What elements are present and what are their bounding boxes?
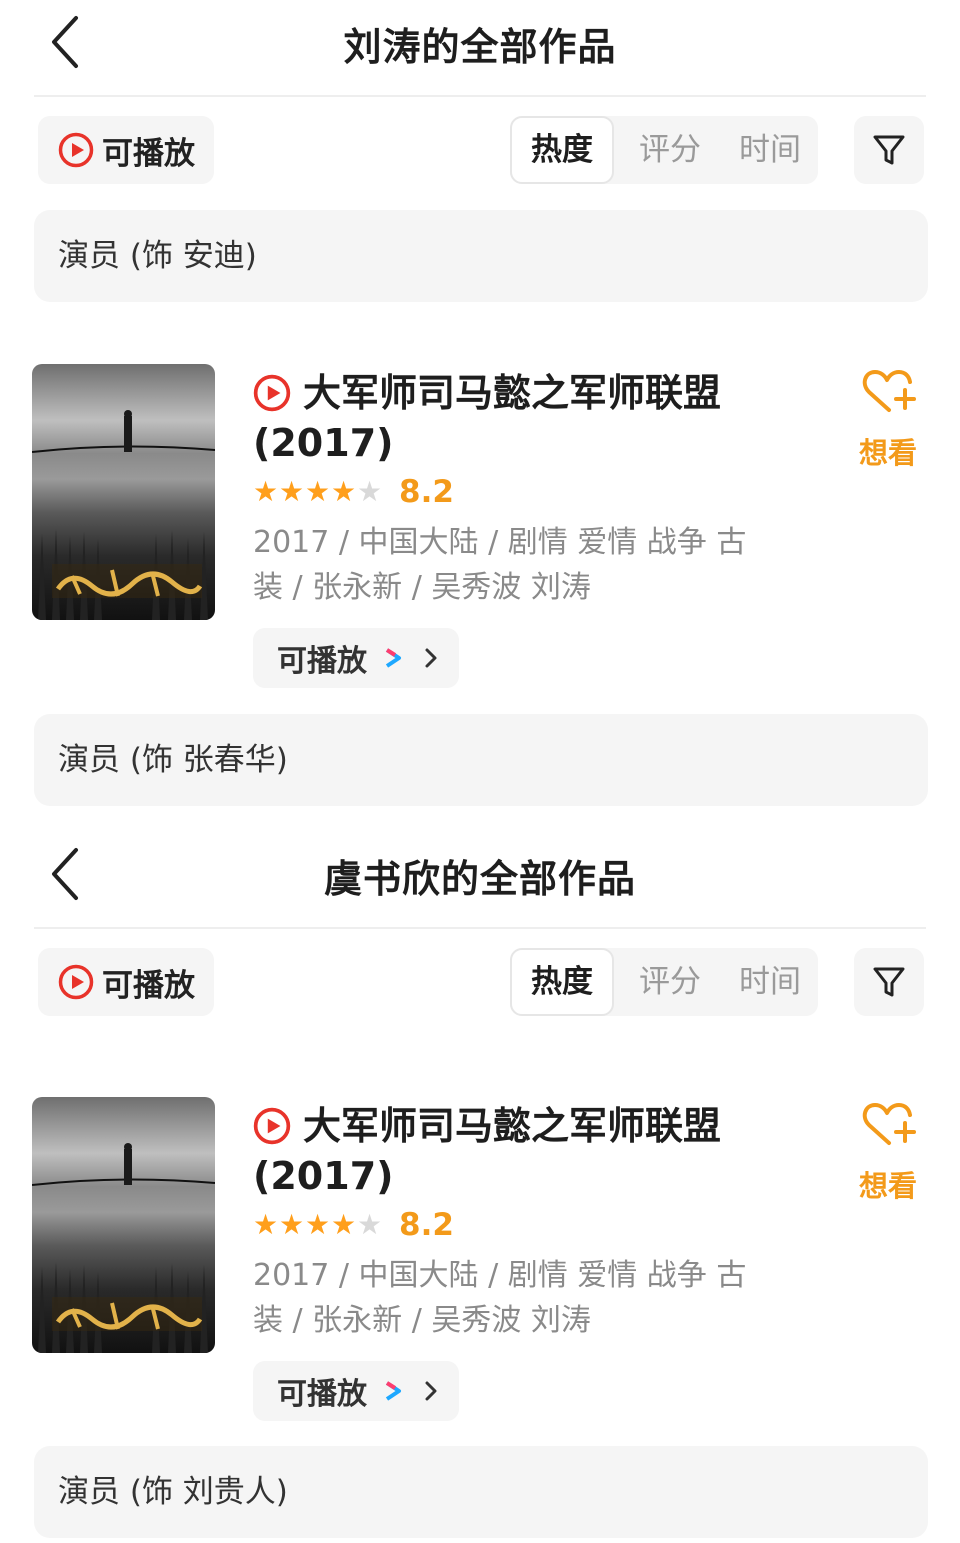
star-icon: ★	[253, 1208, 279, 1241]
filter-button[interactable]	[854, 948, 924, 1016]
heart-plus-icon	[862, 370, 916, 412]
poster-artwork	[32, 1143, 215, 1353]
sort-time-tab[interactable]: 时间	[718, 116, 822, 184]
chevron-right-icon	[425, 648, 437, 668]
play-circle-icon	[58, 132, 94, 168]
role-header: 演员 (饰 张春华)	[34, 714, 928, 806]
page-title: 刘涛的全部作品	[343, 25, 617, 69]
play-source-button[interactable]: 可播放	[253, 1361, 459, 1421]
toolbar: 可播放 评分 时间 热度	[0, 116, 960, 184]
movie-card[interactable]: 大军师司马懿之军师联盟 (2017) ★ ★ ★ ★ ★ 8.2 2017 / …	[0, 1097, 960, 1427]
rating-score: 8.2	[399, 474, 454, 510]
toolbar: 可播放 评分 时间 热度	[0, 948, 960, 1016]
play-source-label: 可播放	[277, 644, 367, 679]
filter-funnel-icon	[873, 967, 905, 997]
star-icon: ★	[305, 475, 331, 508]
playable-filter-chip[interactable]: 可播放	[38, 116, 214, 184]
sort-hot-tab[interactable]: 热度	[510, 116, 614, 184]
sort-score-tab[interactable]: 评分	[618, 948, 722, 1016]
movie-poster[interactable]	[32, 1097, 215, 1353]
nav-bar: 虞书欣的全部作品	[0, 832, 960, 929]
filter-funnel-icon	[873, 135, 905, 165]
want-to-watch-button[interactable]: 想看	[850, 366, 926, 476]
play-circle-icon	[58, 964, 94, 1000]
playable-label: 可播放	[102, 967, 195, 1004]
page-title: 虞书欣的全部作品	[323, 857, 636, 901]
youku-logo-icon	[385, 648, 401, 668]
filter-button[interactable]	[854, 116, 924, 184]
sort-score-tab[interactable]: 评分	[618, 116, 722, 184]
divider	[34, 95, 926, 97]
want-to-watch-label: 想看	[858, 436, 917, 470]
sort-segmented-control: 评分 时间 热度	[510, 948, 818, 1016]
star-icon: ★	[279, 475, 305, 508]
movie-title[interactable]: 大军师司马懿之军师联盟	[253, 368, 813, 418]
rating: ★ ★ ★ ★ ★ 8.2	[253, 1207, 454, 1243]
play-source-label: 可播放	[277, 1377, 367, 1412]
chevron-right-icon	[425, 1381, 437, 1401]
play-source-button[interactable]: 可播放	[253, 628, 459, 688]
sort-segmented-control: 评分 时间 热度	[510, 116, 818, 184]
star-rating: ★ ★ ★ ★ ★	[253, 477, 383, 507]
movie-meta: 2017 / 中国大陆 / 剧情 爱情 战争 古装 / 张永新 / 吴秀波 刘涛	[253, 525, 747, 605]
play-circle-icon	[253, 374, 291, 412]
star-empty-icon: ★	[357, 475, 383, 508]
want-to-watch-button[interactable]: 想看	[850, 1099, 926, 1209]
want-to-watch-label: 想看	[858, 1169, 917, 1203]
movie-year: (2017)	[253, 1154, 394, 1198]
role-header: 演员 (饰 安迪)	[34, 210, 928, 302]
star-icon: ★	[331, 475, 357, 508]
role-header: 演员 (饰 刘贵人)	[34, 1446, 928, 1538]
rating: ★ ★ ★ ★ ★ 8.2	[253, 474, 454, 510]
star-icon: ★	[279, 1208, 305, 1241]
movie-title[interactable]: 大军师司马懿之军师联盟	[253, 1101, 813, 1151]
movie-title-text: 大军师司马懿之军师联盟	[303, 371, 722, 415]
star-icon: ★	[305, 1208, 331, 1241]
sort-hot-tab[interactable]: 热度	[510, 948, 614, 1016]
star-empty-icon: ★	[357, 1208, 383, 1241]
sort-time-tab[interactable]: 时间	[718, 948, 822, 1016]
star-icon: ★	[331, 1208, 357, 1241]
movie-year: (2017)	[253, 421, 394, 465]
youku-logo-icon	[385, 1381, 401, 1401]
movie-card[interactable]: 大军师司马懿之军师联盟 (2017) ★ ★ ★ ★ ★ 8.2 2017 / …	[0, 364, 960, 694]
movie-meta: 2017 / 中国大陆 / 剧情 爱情 战争 古装 / 张永新 / 吴秀波 刘涛	[253, 1258, 747, 1338]
nav-bar: 刘涛的全部作品	[0, 0, 960, 97]
movie-poster[interactable]	[32, 364, 215, 620]
movie-title-text: 大军师司马懿之军师联盟	[303, 1104, 722, 1148]
playable-label: 可播放	[102, 135, 195, 172]
star-icon: ★	[253, 475, 279, 508]
divider	[34, 927, 926, 929]
heart-plus-icon	[862, 1103, 916, 1145]
play-circle-icon	[253, 1107, 291, 1145]
rating-score: 8.2	[399, 1207, 454, 1243]
playable-filter-chip[interactable]: 可播放	[38, 948, 214, 1016]
poster-artwork	[32, 410, 215, 620]
star-rating: ★ ★ ★ ★ ★	[253, 1210, 383, 1240]
